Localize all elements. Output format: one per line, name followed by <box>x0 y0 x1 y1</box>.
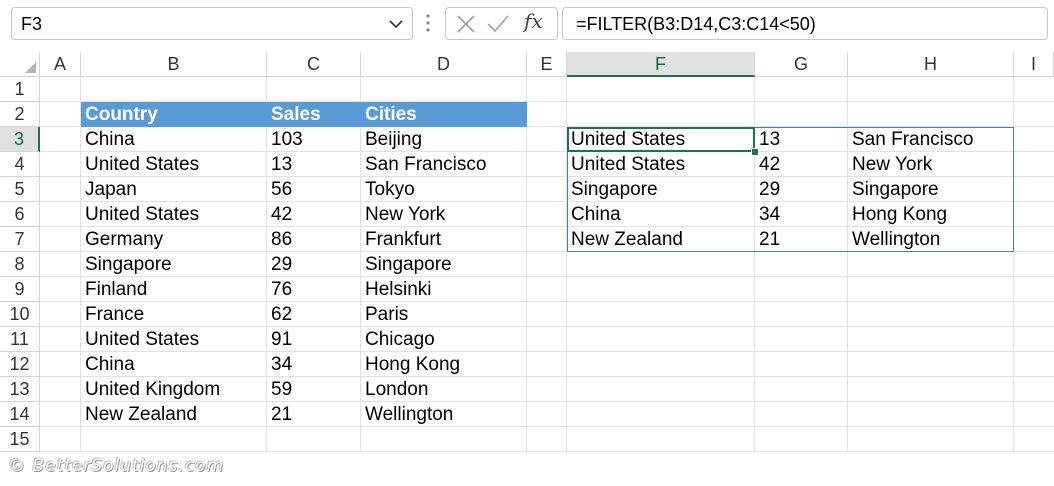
column-header-g[interactable]: G <box>755 52 848 77</box>
row-header-2[interactable]: 2 <box>0 102 40 127</box>
source-data-cell[interactable]: United Kingdom <box>81 377 267 402</box>
column-header-d[interactable]: D <box>361 52 527 77</box>
row-header-7[interactable]: 7 <box>0 227 40 252</box>
source-data-cell[interactable]: 86 <box>267 227 361 252</box>
source-header-cell[interactable]: Sales <box>267 102 361 127</box>
source-data-cell[interactable]: United States <box>81 152 267 177</box>
source-data-cell[interactable]: Beijing <box>361 127 527 152</box>
column-header-e[interactable]: E <box>527 52 567 77</box>
source-data-cell[interactable]: China <box>81 352 267 377</box>
source-data-cell[interactable]: 21 <box>267 402 361 427</box>
watermark: © BetterSolutions.com <box>8 456 225 476</box>
source-data-cell[interactable]: 34 <box>267 352 361 377</box>
column-header-h[interactable]: H <box>848 52 1014 77</box>
source-data-cell[interactable]: 42 <box>267 202 361 227</box>
row-header-15[interactable]: 15 <box>0 427 40 452</box>
source-data-cell[interactable]: 13 <box>267 152 361 177</box>
row-header-10[interactable]: 10 <box>0 302 40 327</box>
source-data-cell[interactable]: San Francisco <box>361 152 527 177</box>
select-all-corner[interactable] <box>0 52 40 77</box>
column-header-f[interactable]: F <box>567 52 755 77</box>
source-data-cell[interactable]: Hong Kong <box>361 352 527 377</box>
source-data-cell[interactable]: London <box>361 377 527 402</box>
source-data-cell[interactable]: United States <box>81 327 267 352</box>
source-header-cell[interactable]: Country <box>81 102 267 127</box>
column-header-i[interactable]: I <box>1014 52 1054 77</box>
column-header-b[interactable]: B <box>81 52 267 77</box>
source-data-cell[interactable]: Finland <box>81 277 267 302</box>
source-data-cell[interactable]: Paris <box>361 302 527 327</box>
formula-input[interactable]: =FILTER(B3:D14,C3:C14<50) <box>562 7 1048 40</box>
row-header-6[interactable]: 6 <box>0 202 40 227</box>
source-data-cell[interactable]: Japan <box>81 177 267 202</box>
row-header-9[interactable]: 9 <box>0 277 40 302</box>
source-data-cell[interactable]: Singapore <box>361 252 527 277</box>
chevron-down-icon[interactable] <box>388 18 404 30</box>
row-header-12[interactable]: 12 <box>0 352 40 377</box>
source-data-cell[interactable]: New York <box>361 202 527 227</box>
worksheet-grid[interactable]: A B C D E F G H I 1 2 3 4 5 6 7 8 9 10 11 12 13 14 15 Country Sal… <box>0 52 1054 452</box>
insert-function-icon[interactable]: fx <box>524 9 543 33</box>
source-data-cell[interactable]: France <box>81 302 267 327</box>
row-header-13[interactable]: 13 <box>0 377 40 402</box>
cancel-icon[interactable] <box>452 12 480 36</box>
source-data-cell[interactable]: Wellington <box>361 402 527 427</box>
source-data-cell[interactable]: United States <box>81 202 267 227</box>
source-data-cell[interactable]: 76 <box>267 277 361 302</box>
row-header-1[interactable]: 1 <box>0 77 40 102</box>
name-box[interactable]: F3 <box>11 7 413 40</box>
column-header-a[interactable]: A <box>40 52 81 77</box>
row-header-8[interactable]: 8 <box>0 252 40 277</box>
column-header-c[interactable]: C <box>267 52 361 77</box>
formula-bar: F3 fx =FILTER(B3:D14,C3:C14<50) <box>0 0 1054 52</box>
source-data-cell[interactable]: Chicago <box>361 327 527 352</box>
source-data-cell[interactable]: China <box>81 127 267 152</box>
row-header-11[interactable]: 11 <box>0 327 40 352</box>
source-data-cell[interactable]: 56 <box>267 177 361 202</box>
source-data-cell[interactable]: 103 <box>267 127 361 152</box>
source-data-cell[interactable]: Germany <box>81 227 267 252</box>
name-box-value: F3 <box>21 14 43 34</box>
active-cell-f3[interactable] <box>567 127 755 152</box>
source-data-cell[interactable]: 29 <box>267 252 361 277</box>
fill-handle[interactable] <box>751 148 759 156</box>
source-header-cell[interactable]: Cities <box>361 102 527 127</box>
source-data-cell[interactable]: 62 <box>267 302 361 327</box>
select-all-icon <box>25 62 36 73</box>
more-options-icon[interactable] <box>424 12 432 34</box>
row-header-4[interactable]: 4 <box>0 152 40 177</box>
row-header-3[interactable]: 3 <box>0 127 40 152</box>
source-data-cell[interactable]: Tokyo <box>361 177 527 202</box>
source-data-cell[interactable]: Helsinki <box>361 277 527 302</box>
row-header-5[interactable]: 5 <box>0 177 40 202</box>
gridline-horizontal <box>40 451 1054 452</box>
source-data-cell[interactable]: Singapore <box>81 252 267 277</box>
formula-text: =FILTER(B3:D14,C3:C14<50) <box>576 14 816 34</box>
source-data-cell[interactable]: New Zealand <box>81 402 267 427</box>
source-data-cell[interactable]: 59 <box>267 377 361 402</box>
source-data-cell[interactable]: Frankfurt <box>361 227 527 252</box>
row-header-14[interactable]: 14 <box>0 402 40 427</box>
source-data-cell[interactable]: 91 <box>267 327 361 352</box>
formula-buttons: fx <box>445 7 558 40</box>
enter-check-icon[interactable] <box>484 12 512 36</box>
